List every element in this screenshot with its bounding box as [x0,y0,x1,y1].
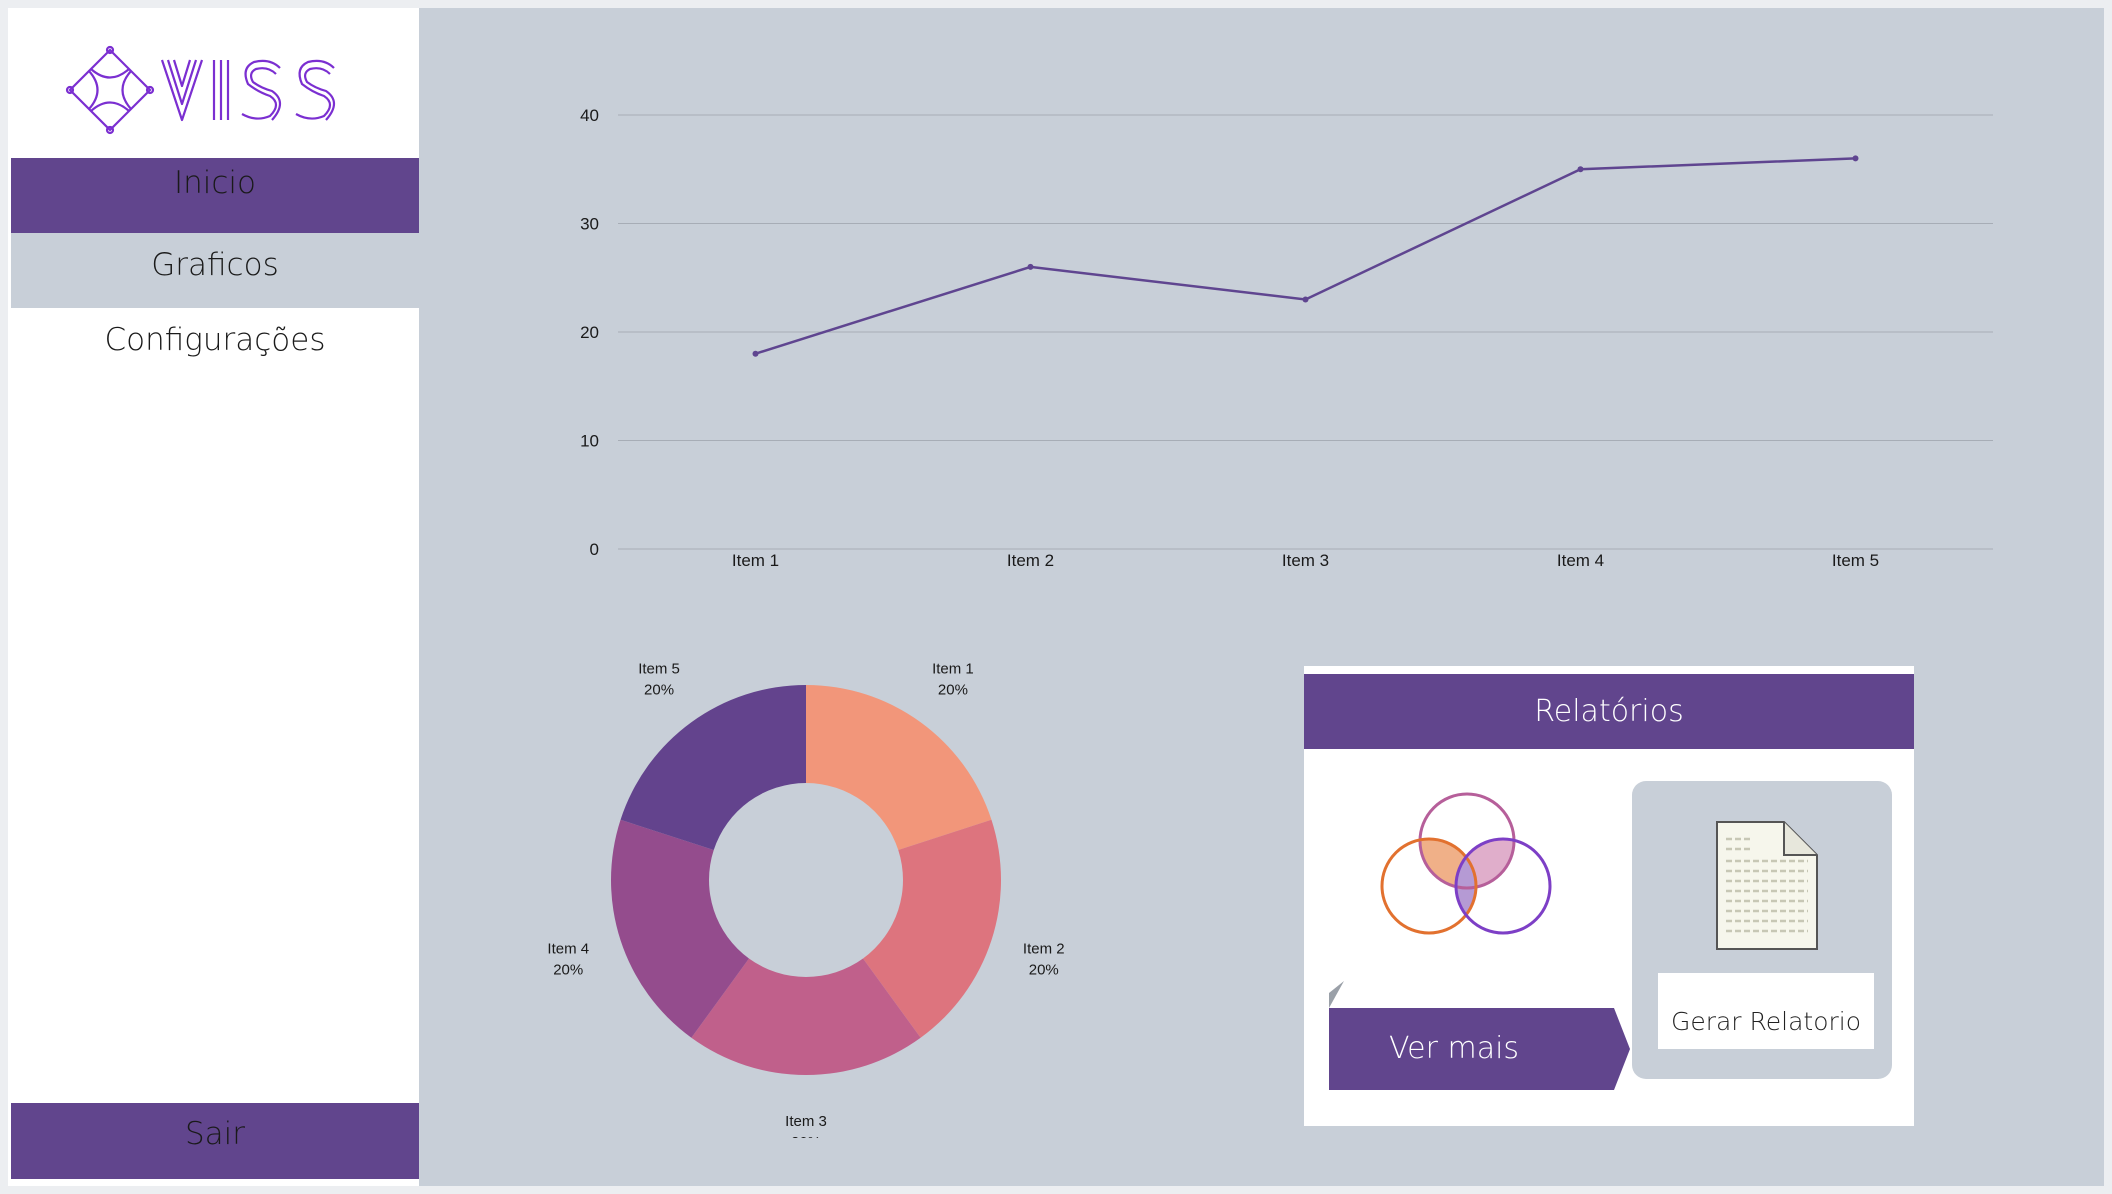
generate-report-button[interactable]: Gerar Relatorio [1658,973,1874,1049]
generate-report-label: Gerar Relatorio [1670,1006,1862,1036]
slice-label: Item 4 [548,940,589,957]
donut-slice [620,685,806,851]
slice-value-label: 20% [553,961,583,978]
y-tick-label: 20 [580,323,599,342]
donut-slice [806,685,992,851]
slice-label: Item 3 [785,1113,827,1130]
series-line [755,157,1856,355]
slice-value-label: 20% [1029,961,1059,978]
slice-value-label: 20% [791,1134,821,1138]
y-tick-label: 0 [590,540,599,559]
logout-label: Sair [184,1116,246,1152]
document-icon [1716,821,1818,950]
sidebar: Inicio Graficos Configurações Sair [8,8,419,1186]
y-tick-label: 40 [580,106,599,125]
reports-card: Relatórios Ver mais Gerar Relatorio [1304,666,1914,1126]
x-tick-label: Item 1 [732,551,779,570]
sidebar-item-label: Graficos [151,246,279,283]
x-tick-label: Item 2 [1007,551,1054,570]
data-point [752,350,759,357]
y-tick-label: 10 [580,432,599,451]
app-window: Inicio Graficos Configurações Sair 0 10 20… [8,8,2104,1186]
donut-chart: Item 1 20% Item 2 20% Item 3 20% Item 4 20% Item… [548,661,1065,1138]
data-point [1577,166,1584,173]
slice-label: Item 5 [638,661,680,678]
x-tick-label: Item 4 [1557,551,1604,570]
slice-value-label: 20% [644,682,674,699]
sidebar-item-configuracoes[interactable]: Configurações [11,308,419,383]
slice-value-label: 20% [938,682,968,699]
data-point [1302,296,1309,303]
reports-title: Relatórios [1304,674,1914,749]
ver-mais-label: Ver mais [1388,1030,1520,1066]
sidebar-item-label: Inicio [173,165,257,201]
data-point [1027,263,1034,270]
x-tick-label: Item 5 [1832,551,1879,570]
line-chart: 0 10 20 30 40 Item 1 Item 2 Item 3 Item 4 Item 5 [580,106,1993,570]
sidebar-item-label: Configurações [104,321,326,358]
venn-diagram-icon [1380,792,1552,935]
slice-label: Item 2 [1023,940,1065,957]
viss-logo [65,45,336,135]
generate-report-panel: Gerar Relatorio [1632,781,1892,1079]
x-tick-label: Item 3 [1282,551,1329,570]
logout-button[interactable]: Sair [11,1103,419,1179]
y-tick-label: 30 [580,215,599,234]
slice-label: Item 1 [932,661,974,678]
sidebar-item-inicio[interactable]: Inicio [11,158,419,233]
sidebar-item-graficos[interactable]: Graficos [11,233,419,308]
data-point [1852,155,1859,162]
